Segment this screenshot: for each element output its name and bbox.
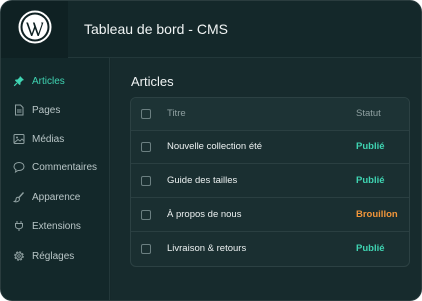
page-icon — [13, 104, 25, 116]
article-title[interactable]: À propos de nous — [167, 209, 241, 220]
status-badge: Publié — [356, 175, 385, 186]
gear-icon — [13, 250, 25, 262]
article-title[interactable]: Guide des tailles — [167, 175, 237, 186]
column-header-title: Titre — [167, 108, 186, 119]
sidebar: Articles Pages Médias Commentaires Appar… — [1, 58, 110, 300]
brush-icon — [13, 191, 25, 203]
table-row[interactable]: Guide des tailles Publié — [131, 165, 409, 198]
main-content: Articles Titre Statut Nouvelle collectio… — [111, 58, 421, 300]
table-row[interactable]: Nouvelle collection été Publié — [131, 131, 409, 164]
row-checkbox[interactable] — [141, 142, 151, 152]
sidebar-item-commentaires[interactable]: Commentaires — [1, 156, 110, 178]
status-badge: Publié — [356, 141, 385, 152]
row-checkbox[interactable] — [141, 210, 151, 220]
article-title[interactable]: Nouvelle collection été — [167, 141, 262, 152]
sidebar-item-label: Médias — [32, 133, 65, 145]
header: Tableau de bord - CMS — [1, 1, 421, 58]
table-row[interactable]: À propos de nous Brouillon — [131, 199, 409, 232]
app-title: Tableau de bord - CMS — [84, 21, 228, 37]
sidebar-item-label: Réglages — [32, 250, 75, 262]
select-all-checkbox[interactable] — [141, 109, 151, 119]
image-icon — [13, 133, 25, 145]
cms-window: Tableau de bord - CMS Articles Pages Méd… — [0, 0, 422, 301]
logo[interactable] — [1, 1, 68, 58]
sidebar-item-articles[interactable]: Articles — [1, 70, 110, 92]
sidebar-item-apparence[interactable]: Apparence — [1, 186, 110, 208]
comment-icon — [13, 161, 25, 173]
sidebar-item-label: Apparence — [32, 191, 81, 203]
sidebar-item-label: Extensions — [32, 220, 81, 232]
column-header-status: Statut — [356, 108, 381, 119]
status-badge: Publié — [356, 243, 385, 254]
wordpress-icon — [18, 10, 52, 49]
status-badge: Brouillon — [356, 209, 398, 220]
sidebar-item-medias[interactable]: Médias — [1, 128, 110, 150]
sidebar-item-label: Commentaires — [32, 161, 98, 173]
table-row[interactable]: Livraison & retours Publié — [131, 233, 409, 266]
articles-table: Titre Statut Nouvelle collection été Pub… — [130, 97, 410, 267]
row-checkbox[interactable] — [141, 176, 151, 186]
row-checkbox[interactable] — [141, 244, 151, 254]
sidebar-item-pages[interactable]: Pages — [1, 99, 110, 121]
article-title[interactable]: Livraison & retours — [167, 243, 246, 254]
sidebar-item-reglages[interactable]: Réglages — [1, 245, 110, 267]
pin-icon — [13, 75, 25, 87]
page-title: Articles — [131, 74, 174, 89]
plugin-icon — [13, 220, 25, 232]
sidebar-item-extensions[interactable]: Extensions — [1, 215, 110, 237]
sidebar-item-label: Articles — [32, 75, 65, 87]
table-header: Titre Statut — [131, 98, 409, 131]
sidebar-item-label: Pages — [32, 104, 61, 116]
